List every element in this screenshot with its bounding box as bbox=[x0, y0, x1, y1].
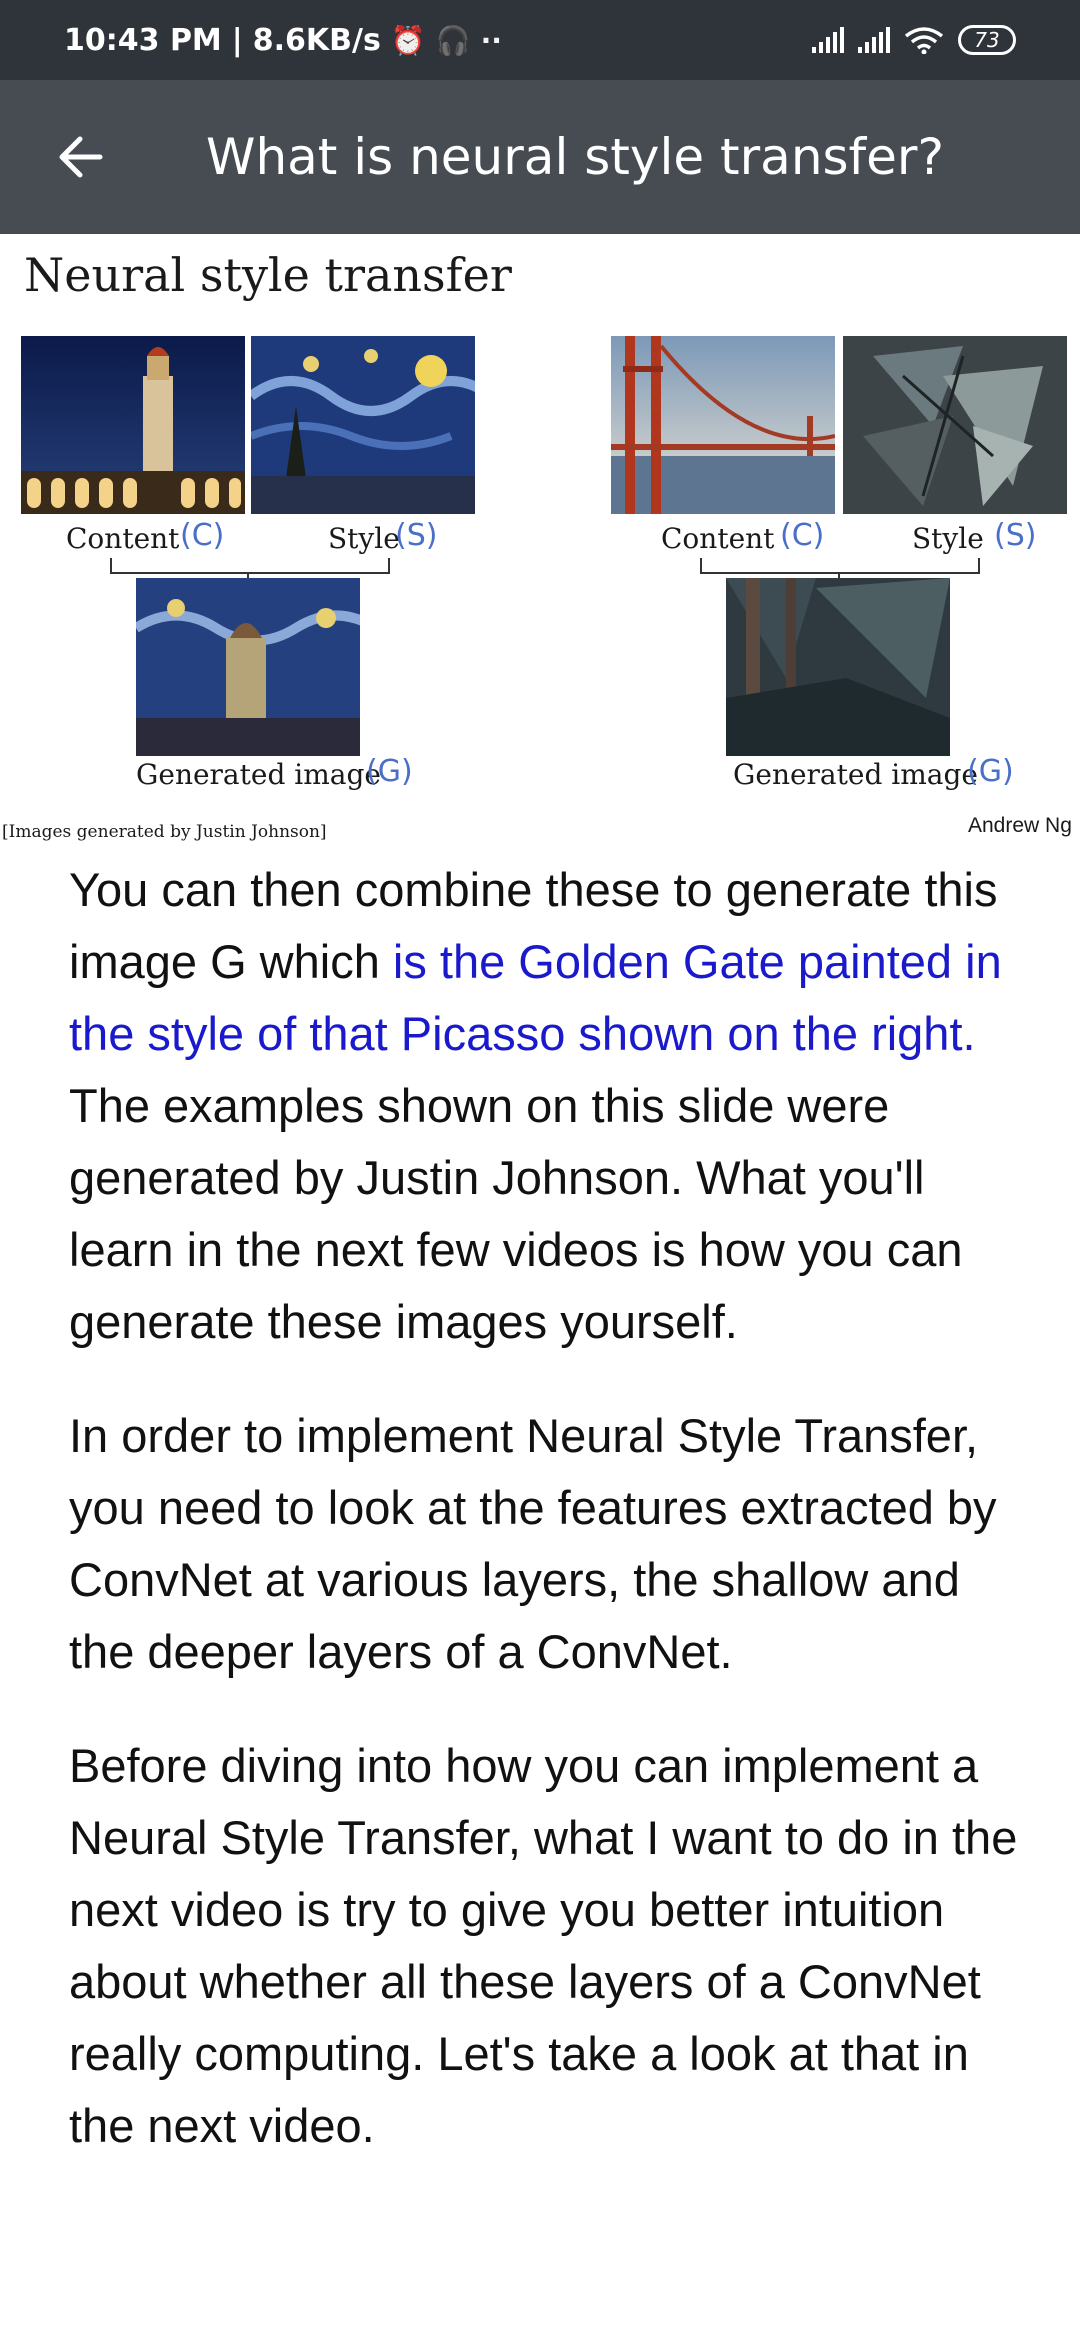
status-bar: 10:43 PM | 8.6KB/s ⏰ 🎧 ·· 73 bbox=[0, 0, 1080, 80]
slide-author: Andrew Ng bbox=[968, 814, 1072, 837]
paragraph: In order to implement Neural Style Trans… bbox=[69, 1409, 997, 1678]
paragraph: Before diving into how you can implement… bbox=[69, 1739, 1018, 2152]
page-title: What is neural style transfer? bbox=[206, 128, 945, 186]
back-button[interactable] bbox=[0, 80, 160, 234]
style-note-left: (S) bbox=[395, 518, 438, 553]
generated-image-right bbox=[726, 578, 950, 756]
content-image-tower bbox=[21, 336, 245, 514]
generated-note-right: (G) bbox=[967, 754, 1014, 789]
join-bracket-left bbox=[110, 558, 390, 574]
content-note-left: (C) bbox=[180, 518, 225, 553]
network-speed: 8.6KB/s bbox=[252, 22, 381, 58]
transcript-body: You can then combine these to generate t… bbox=[69, 854, 1019, 2204]
status-right: 73 bbox=[812, 25, 1016, 55]
arrow-left-icon[interactable] bbox=[56, 135, 104, 179]
generated-image-left bbox=[136, 578, 360, 756]
generated-note-left: (G) bbox=[366, 754, 413, 789]
generated-label-right: Generated image bbox=[733, 758, 978, 791]
content-note-right: (C) bbox=[780, 518, 825, 553]
style-label-left: Style bbox=[328, 522, 400, 555]
battery-level: 73 bbox=[974, 28, 1000, 52]
style-image-starry-night bbox=[251, 336, 475, 514]
status-left: 10:43 PM | 8.6KB/s ⏰ 🎧 ·· bbox=[64, 22, 502, 58]
paragraph: You can then combine these to generate t… bbox=[69, 863, 1002, 1348]
generated-label-left: Generated image bbox=[136, 758, 381, 791]
content-image-golden-gate bbox=[611, 336, 835, 514]
battery-icon: 73 bbox=[958, 25, 1016, 55]
alarm-off-icon: ⏰ bbox=[390, 23, 426, 57]
headset-icon: 🎧 bbox=[435, 23, 471, 57]
style-note-right: (S) bbox=[994, 518, 1037, 553]
join-bracket-right bbox=[700, 558, 980, 574]
content-label-right: Content bbox=[661, 522, 775, 555]
content-label-left: Content bbox=[66, 522, 180, 555]
style-label-right: Style bbox=[912, 522, 984, 555]
wifi-icon bbox=[904, 27, 944, 54]
signal-icon bbox=[858, 27, 890, 53]
status-time: 10:43 PM bbox=[64, 22, 222, 58]
app-bar: What is neural style transfer? bbox=[0, 80, 1080, 234]
signal-icon bbox=[812, 27, 844, 53]
more-dots-icon: ·· bbox=[480, 23, 502, 57]
style-image-picasso bbox=[843, 336, 1067, 514]
slide-title: Neural style transfer bbox=[24, 248, 512, 302]
slide-image: Neural style transfer Content (C) Style … bbox=[0, 234, 1080, 844]
slide-credit: [Images generated by Justin Johnson] bbox=[2, 822, 327, 842]
